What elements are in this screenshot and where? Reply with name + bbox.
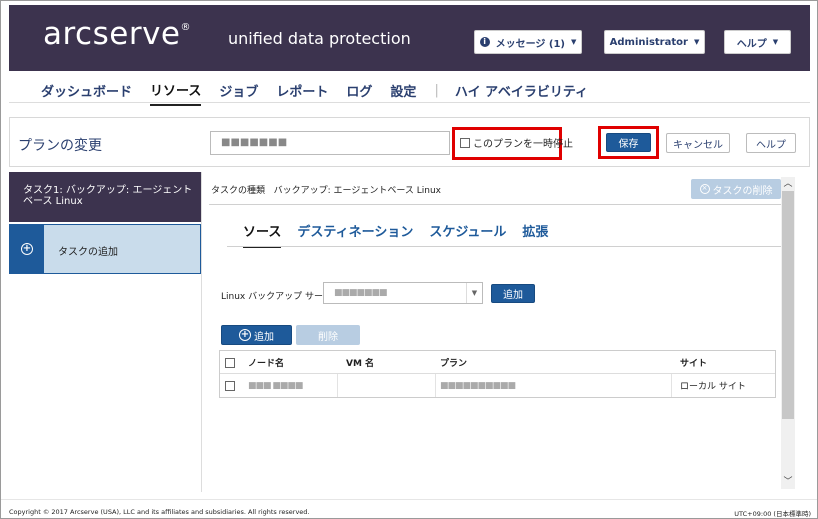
add-task-label: タスクの追加 [58,247,118,258]
task-type-value: バックアップ: エージェントベース Linux [273,186,441,196]
arcserve-logo: arcserve® [43,16,191,52]
close-circle-icon: × [699,184,710,194]
backup-server-select[interactable]: ■■■■■■■ ▼ [323,282,483,304]
backup-server-value: ■■■■■■■ [334,288,388,298]
tab-advanced[interactable]: 拡張 [522,221,548,248]
tab-destination[interactable]: デスティネーション [297,221,413,248]
checkbox-icon[interactable] [460,137,470,148]
scrollbar-thumb[interactable] [782,191,794,419]
save-button[interactable]: 保存 [606,133,651,152]
delete-task-label: タスクの削除 [712,185,773,197]
task-header-divider [209,204,781,205]
pause-plan-checkbox[interactable]: このプランを一時停止 [460,135,573,150]
user-label: Administrator [609,36,688,48]
task-tabs: ソース デスティネーション スケジュール 拡張 [243,221,564,248]
task-type-label: タスクの種類 [211,186,266,196]
row-node-name: ■■■ ■■■■ [240,374,338,397]
add-task-button[interactable]: + タスクの追加 [9,224,201,274]
backup-server-label: Linux バックアップ サーバ [221,292,332,302]
task1-label-line1: タスク1: バックアップ: エージェント [23,185,193,196]
row-select-cell [220,374,240,397]
plus-circle-icon: + [239,329,251,341]
column-node-name[interactable]: ノード名 [240,351,338,374]
add-server-button[interactable]: 追加 [491,284,535,303]
vertical-scrollbar[interactable]: ︿ ﹀ [781,177,795,489]
tab-source[interactable]: ソース [243,221,282,248]
plan-title-bar: プランの変更 ■■■■■■■ このプランを一時停止 保存 キャンセル ヘルプ [9,117,810,167]
panel-divider [201,172,202,492]
scroll-down-icon[interactable]: ﹀ [781,475,795,489]
timezone-text: UTC+09:00 (日本標準時) [734,510,811,518]
chevron-down-icon: ▼ [693,38,700,46]
table-row[interactable]: ■■■ ■■■■ ■■■■■■■■■■ ローカル サイト [220,374,775,397]
help-menu-button[interactable]: ヘルプ ▼ [724,30,791,54]
footer-divider [1,499,817,500]
pause-plan-label: このプランを一時停止 [473,139,573,150]
scroll-up-icon[interactable]: ︿ [781,177,795,191]
task1-label-line2: ベース Linux [23,196,83,207]
user-menu-button[interactable]: Administrator ▼ [604,30,705,54]
tab-schedule[interactable]: スケジュール [429,221,506,248]
remove-node-button[interactable]: 削除 [296,325,360,345]
messages-button[interactable]: i メッセージ (1) ▼ [474,30,582,54]
plan-name-input[interactable]: ■■■■■■■ [210,131,450,155]
column-plan[interactable]: プラン [432,351,672,374]
chevron-down-icon[interactable]: ▼ [466,283,482,303]
node-table: ノード名 VM 名 プラン サイト ■■■ ■■■■ ■■■■■■■■■■ ロー… [219,350,776,398]
chevron-down-icon: ▼ [772,38,779,46]
task-list-item-1[interactable]: タスク1: バックアップ: エージェント ベース Linux [9,172,201,222]
app-header: arcserve® unified data protection i メッセー… [9,5,810,71]
table-header: ノード名 VM 名 プラン サイト [220,351,775,374]
task-type: タスクの種類 バックアップ: エージェントベース Linux [211,183,441,196]
help-menu-label: ヘルプ [736,38,767,50]
page-title: プランの変更 [18,138,102,154]
chevron-down-icon: ▼ [571,38,577,46]
checkbox-icon[interactable] [225,357,235,368]
messages-label: メッセージ (1) [495,38,565,50]
column-site[interactable]: サイト [672,351,775,374]
help-button[interactable]: ヘルプ [746,133,796,153]
cancel-button[interactable]: キャンセル [666,133,730,153]
delete-task-button[interactable]: × タスクの削除 [691,179,781,199]
tabs-divider [227,246,781,247]
row-plan: ■■■■■■■■■■ [432,374,672,397]
nav-separator: | [434,83,439,98]
app-window: arcserve® unified data protection i メッセー… [0,0,818,519]
add-node-label: 追加 [254,331,274,343]
product-subtitle: unified data protection [228,29,411,48]
row-vm-name [338,374,436,397]
add-task-icon-block: + [10,225,44,273]
select-all-cell [220,351,240,374]
copyright-text: Copyright © 2017 Arcserve (USA), LLC and… [9,508,310,516]
nav-divider [9,102,810,103]
add-node-button[interactable]: + 追加 [221,325,292,345]
plus-circle-icon: + [21,243,33,255]
info-icon: i [479,37,490,47]
row-site: ローカル サイト [680,382,746,392]
checkbox-icon[interactable] [225,380,235,391]
column-vm-name[interactable]: VM 名 [338,351,436,374]
